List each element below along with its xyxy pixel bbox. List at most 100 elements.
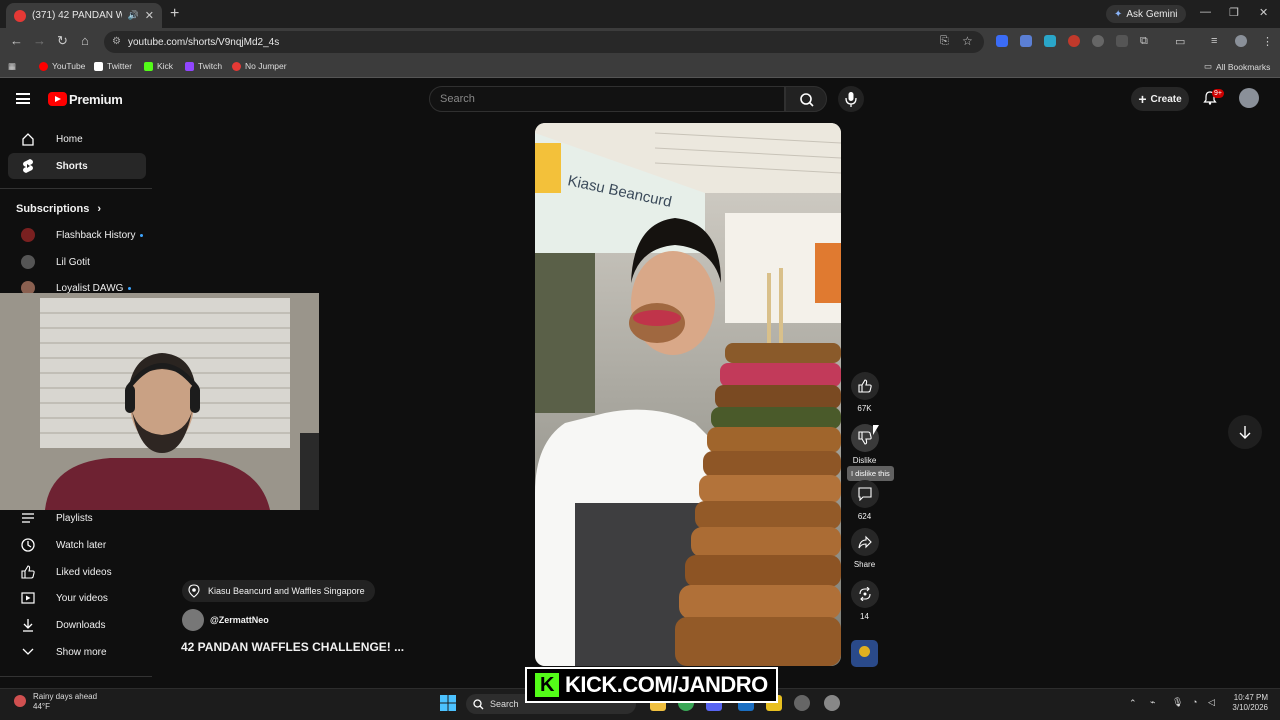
sidebar-item-your-videos[interactable]: Your videos	[8, 585, 146, 611]
side-panel-icon[interactable]: ▭	[1175, 35, 1185, 48]
location-chip[interactable]: Kiasu Beancurd and Waffles Singapore	[182, 580, 375, 602]
extension-icon-6[interactable]	[1116, 35, 1128, 47]
remix-action[interactable]: 14	[849, 580, 880, 621]
sidebar-item-downloads[interactable]: Downloads	[8, 612, 146, 638]
sound-thumbnail[interactable]	[851, 640, 878, 667]
sidebar-item-label: Liked videos	[56, 566, 112, 578]
reload-button[interactable]: ↻	[57, 33, 68, 49]
apps-grid-icon[interactable]: ▦	[8, 61, 16, 72]
home-button[interactable]: ⌂	[81, 33, 89, 48]
obs-icon[interactable]	[824, 695, 840, 711]
playlists-icon	[16, 512, 40, 524]
clock-date: 3/10/2026	[1232, 703, 1268, 712]
back-button[interactable]: ←	[10, 33, 23, 48]
subscription-item[interactable]: Lil Gotit	[8, 249, 146, 275]
reading-list-icon[interactable]: ≡	[1211, 35, 1217, 47]
sidebar-show-more[interactable]: Show more	[8, 639, 146, 665]
remix-button[interactable]	[850, 580, 879, 608]
tray-chevron-up-icon[interactable]: ⌃	[1129, 698, 1137, 709]
tray-mic-icon[interactable]: 🎙	[1172, 697, 1183, 708]
address-bar[interactable]: ⚙ youtube.com/shorts/V9nqjMd2_4s	[104, 31, 984, 53]
bookmark-kick[interactable]: Kick	[144, 61, 173, 71]
close-tab-icon[interactable]: ✕	[145, 9, 154, 22]
profile-avatar-icon[interactable]	[1235, 35, 1247, 47]
install-app-icon[interactable]: ⎘	[940, 35, 949, 48]
bookmark-no-jumper[interactable]: No Jumper	[232, 61, 287, 71]
extension-icon-2[interactable]	[1020, 35, 1032, 47]
sidebar-item-shorts[interactable]: Shorts	[8, 153, 146, 179]
extensions-puzzle-icon[interactable]: ⧉	[1140, 35, 1148, 48]
create-button[interactable]: + Create	[1131, 87, 1189, 111]
taskbar-clock[interactable]: 10:47 PM 3/10/2026	[1224, 693, 1268, 713]
youtube-premium-logo[interactable]: Premium	[69, 92, 123, 107]
ask-gemini-button[interactable]: ✦ Ask Gemini	[1106, 5, 1186, 23]
extension-icon-1[interactable]	[996, 35, 1008, 47]
plus-icon: +	[1138, 91, 1147, 107]
streamer-webcam-image	[0, 293, 319, 510]
share-action[interactable]: Share	[849, 528, 880, 569]
arrow-down-icon	[1239, 426, 1251, 439]
tray-volume-icon[interactable]: ◁	[1208, 697, 1215, 708]
browser-tab-strip	[0, 0, 1280, 28]
like-action[interactable]: 67K	[849, 372, 880, 413]
forward-button[interactable]: →	[33, 33, 46, 48]
bookmark-youtube[interactable]: YouTube	[39, 61, 85, 71]
tray-network-icon[interactable]: ⌁	[1150, 697, 1155, 708]
subscription-item[interactable]: Flashback History	[8, 222, 146, 248]
sidebar-item-home[interactable]: Home	[8, 126, 146, 152]
download-icon	[16, 618, 40, 632]
next-short-button[interactable]	[1228, 415, 1262, 449]
close-window-button[interactable]: ✕	[1259, 6, 1268, 19]
sidebar-item-watch-later[interactable]: Watch later	[8, 532, 146, 558]
share-button[interactable]	[850, 528, 879, 556]
subscription-label: Lil Gotit	[56, 256, 90, 268]
microphone-icon	[845, 92, 857, 107]
restore-button[interactable]: ❐	[1229, 6, 1239, 19]
sidebar-item-liked-videos[interactable]: Liked videos	[8, 559, 146, 585]
voice-search-button[interactable]	[838, 86, 864, 112]
weather-widget[interactable]: Rainy days ahead 44°F	[8, 692, 97, 712]
subscriptions-title: Subscriptions	[16, 203, 90, 215]
extension-icon-4[interactable]	[1068, 35, 1080, 47]
short-title[interactable]: 42 PANDAN WAFFLES CHALLENGE! ...	[181, 640, 404, 654]
windows-start-icon[interactable]	[440, 695, 456, 711]
all-bookmarks-button[interactable]: ▭ All Bookmarks	[1204, 61, 1270, 72]
extension-icon-5[interactable]	[1092, 35, 1104, 47]
sidebar-item-label: Watch later	[56, 539, 107, 551]
extension-icon-3[interactable]	[1044, 35, 1056, 47]
all-bookmarks-label: All Bookmarks	[1216, 61, 1271, 72]
sidebar-divider	[0, 188, 152, 189]
subscription-label: Flashback History	[56, 229, 136, 241]
like-button[interactable]	[850, 372, 879, 400]
shorts-video-player[interactable]: Kiasu Beancurd	[535, 123, 841, 666]
minimize-button[interactable]: —	[1200, 6, 1211, 18]
new-tab-button[interactable]: +	[170, 5, 179, 23]
search-button[interactable]	[785, 86, 827, 112]
subscriptions-header[interactable]: Subscriptions ›	[16, 203, 101, 215]
sidebar-item-label: Your videos	[56, 592, 108, 604]
comments-action[interactable]: 624	[849, 480, 880, 521]
search-input[interactable]: Search	[429, 86, 785, 112]
gemini-icon: ✦	[1114, 8, 1123, 20]
bookmark-twitch[interactable]: Twitch	[185, 61, 222, 71]
twitch-icon	[185, 61, 194, 71]
sidebar-divider	[0, 676, 152, 677]
shorts-icon	[16, 158, 40, 174]
channel-avatar	[21, 255, 35, 269]
channel-link[interactable]: @ZermattNeo	[182, 609, 269, 631]
comments-button[interactable]	[850, 480, 879, 508]
site-info-icon[interactable]: ⚙	[112, 36, 121, 47]
account-avatar[interactable]	[1239, 88, 1259, 108]
menu-hamburger-icon[interactable]	[16, 93, 30, 104]
youtube-logo-icon[interactable]	[48, 92, 67, 106]
browser-menu-icon[interactable]: ⋮	[1262, 35, 1273, 48]
comment-icon	[857, 487, 872, 501]
thumbs-up-icon	[857, 379, 872, 393]
browser-tab-active[interactable]: (371) 42 PANDAN WAFFLES 🔊 ✕	[6, 3, 162, 28]
bookmark-twitter[interactable]: Twitter	[94, 61, 132, 71]
tray-wifi-icon[interactable]: ◔	[1192, 697, 1197, 707]
speaker-icon[interactable]: 🔊	[128, 10, 139, 21]
bookmark-star-icon[interactable]: ☆	[962, 34, 973, 48]
settings-gear-icon[interactable]	[794, 695, 810, 711]
notification-badge: 9+	[1212, 89, 1224, 98]
